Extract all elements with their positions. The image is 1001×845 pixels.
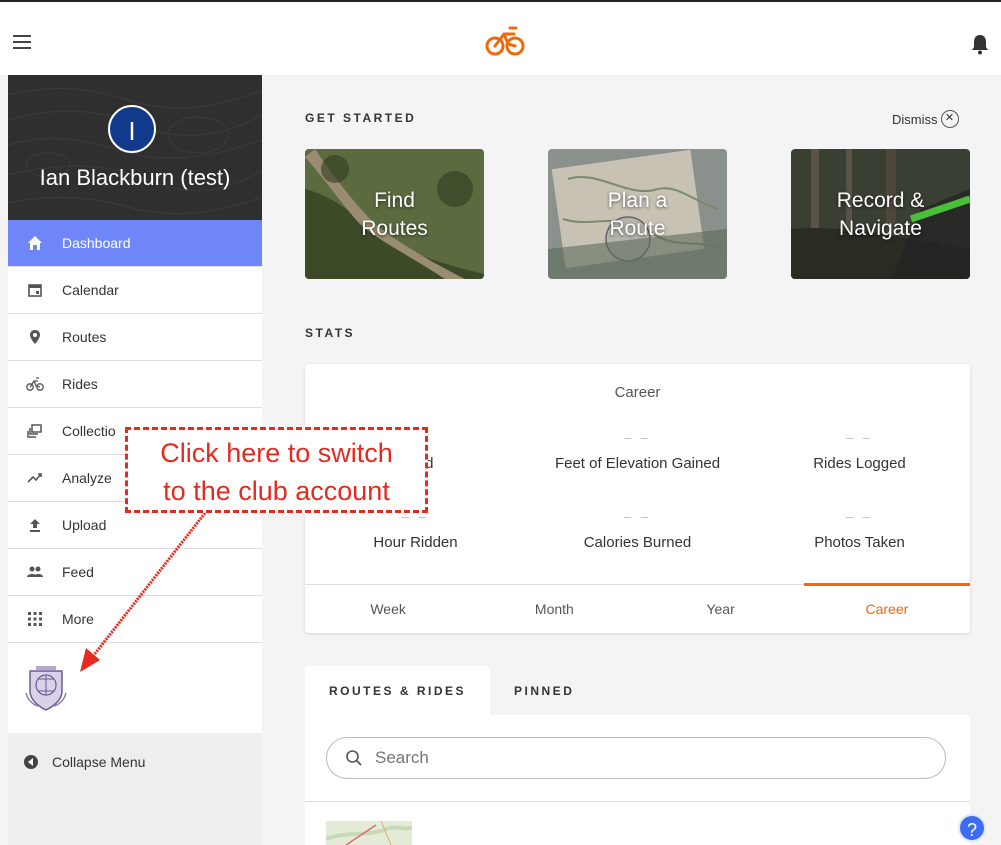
tab-routes-rides[interactable]: ROUTES & RIDES	[305, 666, 491, 716]
stat-rides-logged: – – Rides Logged	[749, 430, 970, 472]
bell-icon[interactable]	[968, 32, 992, 56]
stat-label: Photos Taken	[814, 534, 905, 551]
sidebar-item-rides[interactable]: Rides	[8, 361, 262, 408]
sidebar-item-label: Rides	[62, 376, 98, 392]
grid-icon	[25, 609, 45, 629]
find-routes-card[interactable]: Find Routes	[305, 149, 484, 279]
record-navigate-card[interactable]: Record & Navigate	[791, 149, 970, 279]
sidebar-item-feed[interactable]: Feed	[8, 549, 262, 596]
sidebar-item-label: Calendar	[62, 282, 119, 298]
route-map-thumbnail[interactable]	[326, 821, 412, 845]
sidebar-item-label: Feed	[62, 564, 94, 580]
sidebar-item-label: Dashboard	[62, 235, 131, 251]
stat-value: – –	[845, 509, 874, 524]
map-pin-icon	[25, 327, 45, 347]
divider	[305, 801, 970, 802]
close-icon: ✕	[940, 110, 959, 128]
stat-elevation: – – Feet of Elevation Gained	[527, 430, 748, 472]
calendar-icon	[25, 280, 45, 300]
profile-name: Ian Blackburn (test)	[39, 165, 231, 190]
help-icon[interactable]: ?	[958, 814, 986, 842]
record-navigate-label: Record & Navigate	[836, 189, 925, 240]
stat-value: – –	[845, 430, 874, 445]
trend-icon	[25, 468, 45, 488]
routes-rides-tabs: ROUTES & RIDES PINNED	[305, 666, 598, 716]
stat-hours: – – Hour Ridden	[305, 509, 526, 551]
plan-route-label: Plan a Route	[607, 189, 668, 240]
collapse-menu-label: Collapse Menu	[52, 754, 146, 770]
stats-period-label: Career	[614, 384, 661, 401]
hamburger-icon[interactable]	[10, 31, 34, 51]
sidebar-item-label: Upload	[62, 517, 107, 533]
top-bar	[0, 0, 1001, 75]
upload-icon	[25, 515, 45, 535]
stat-photos: – – Photos Taken	[749, 509, 970, 551]
avatar[interactable]: I	[108, 105, 156, 153]
routes-rides-panel	[305, 715, 970, 845]
get-started-title: GET STARTED	[305, 111, 417, 125]
stat-label: Feet of Elevation Gained	[554, 455, 721, 472]
map-thumbnail-image	[326, 821, 412, 845]
people-icon	[25, 562, 45, 582]
dismiss-button[interactable]: Dismiss ✕	[892, 110, 959, 128]
club-crest-icon[interactable]	[24, 663, 68, 713]
stat-label: Rides Logged	[813, 455, 906, 472]
stats-period-tabs: Week Month Year Career	[305, 583, 971, 633]
stats-title: STATS	[305, 326, 356, 340]
sidebar-item-label: Routes	[62, 329, 107, 345]
bike-icon	[25, 374, 45, 394]
tab-week[interactable]: Week	[305, 585, 471, 633]
collapse-menu-button[interactable]: Collapse Menu	[8, 733, 262, 791]
plan-route-card[interactable]: Plan a Route	[548, 149, 727, 279]
profile-header: I Ian Blackburn (test)	[8, 75, 262, 220]
search-input[interactable]	[373, 747, 937, 769]
stat-label: Hour Ridden	[373, 534, 458, 551]
sidebar-item-label: Analyze	[62, 470, 112, 486]
tab-career[interactable]: Career	[803, 583, 971, 633]
sidebar-item-calendar[interactable]: Calendar	[8, 267, 262, 314]
search-box	[326, 737, 946, 779]
find-routes-label: Find Routes	[361, 189, 428, 240]
collapse-arrow-icon	[24, 755, 38, 769]
search-icon	[346, 750, 362, 766]
sidebar-item-label: More	[62, 611, 94, 627]
stat-calories: – – Calories Burned	[527, 509, 748, 551]
annotation-line-1: Click here to switch	[160, 438, 393, 468]
tab-pinned[interactable]: PINNED	[490, 666, 598, 716]
stat-value: – –	[623, 509, 652, 524]
sidebar-item-dashboard[interactable]: Dashboard	[8, 220, 262, 267]
home-icon	[25, 233, 45, 253]
collections-icon	[25, 421, 45, 441]
stat-label: Calories Burned	[583, 534, 692, 551]
sidebar-item-more[interactable]: More	[8, 596, 262, 643]
annotation-callout: Click here to switch to the club account	[125, 427, 428, 513]
sidebar-item-label: Collectio	[62, 423, 116, 439]
annotation-line-2: to the club account	[163, 476, 390, 506]
stat-value: – –	[623, 430, 652, 445]
sidebar-item-routes[interactable]: Routes	[8, 314, 262, 361]
tab-year[interactable]: Year	[638, 585, 804, 633]
bicycle-logo-icon[interactable]	[484, 24, 528, 58]
club-account-section	[8, 643, 262, 733]
tab-month[interactable]: Month	[471, 585, 637, 633]
dismiss-label: Dismiss	[892, 111, 938, 127]
